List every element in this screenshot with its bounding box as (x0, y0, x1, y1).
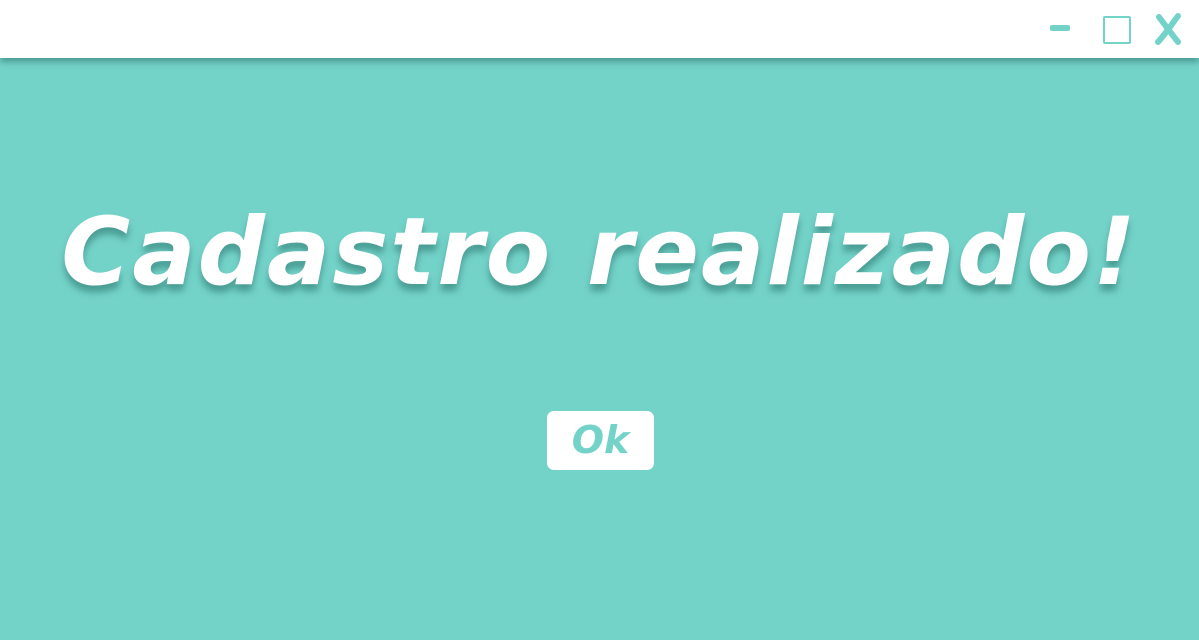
dialog-content: Cadastro realizado! Ok (0, 58, 1199, 640)
maximize-button[interactable] (1094, 0, 1140, 58)
minimize-button[interactable] (1040, 0, 1080, 58)
close-button[interactable] (1146, 0, 1190, 58)
success-message: Cadastro realizado! (61, 198, 1138, 307)
window-titlebar (0, 0, 1199, 58)
ok-button[interactable]: Ok (547, 411, 654, 470)
minimize-icon (1050, 25, 1070, 31)
maximize-icon (1103, 16, 1131, 44)
app-window: Cadastro realizado! Ok (0, 0, 1199, 640)
close-icon (1155, 13, 1181, 45)
